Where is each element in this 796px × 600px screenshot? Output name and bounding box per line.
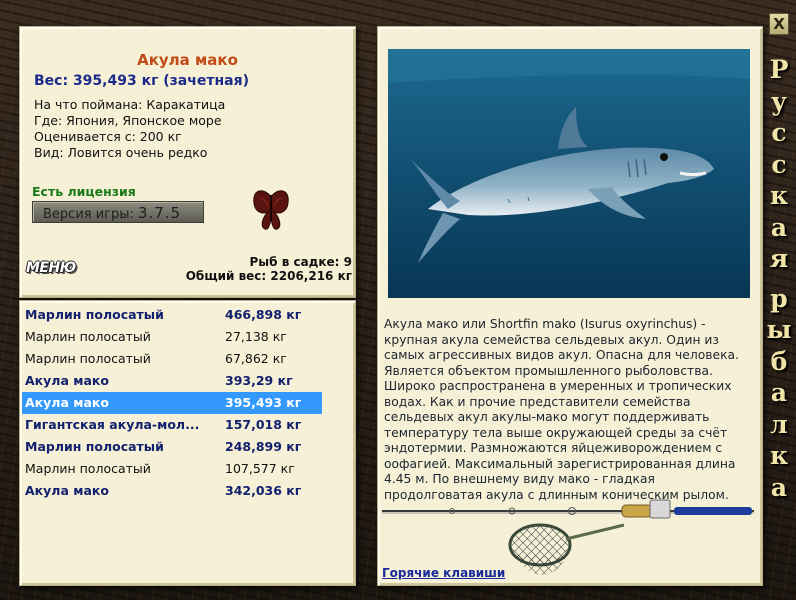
catch-fish-name: Акула мако xyxy=(25,483,109,498)
mako-shark-photo xyxy=(388,49,750,298)
catch-row[interactable]: Акула мако 393,29 кг xyxy=(22,370,322,392)
title-letter: Р xyxy=(769,55,789,84)
bait-info: На что поймана: Каракатица xyxy=(34,97,226,112)
fish-photo xyxy=(388,49,750,298)
title-letter: а xyxy=(770,378,788,407)
catch-fish-weight: 67,862 кг xyxy=(225,351,287,366)
catch-row[interactable]: Марлин полосатый 466,898 кг xyxy=(22,304,322,326)
title-letter: ы xyxy=(766,315,792,344)
catch-row[interactable]: Марлин полосатый 248,899 кг xyxy=(22,436,322,458)
catch-fish-weight: 393,29 кг xyxy=(225,373,293,388)
butterfly-icon xyxy=(253,190,289,230)
title-letter: с xyxy=(771,149,787,179)
catch-list-panel: Марлин полосатый 466,898 кг Марлин полосат… xyxy=(19,300,356,586)
catch-fish-name: Марлин полосатый xyxy=(25,329,151,344)
title-letter: я xyxy=(769,244,789,273)
catch-fish-weight: 157,018 кг xyxy=(225,417,302,432)
catch-row[interactable]: Акула мако 342,036 кг xyxy=(22,480,322,502)
title-letter: р xyxy=(770,283,788,313)
title-letter: а xyxy=(770,472,788,502)
catch-fish-weight: 342,036 кг xyxy=(225,483,302,498)
title-letter: к xyxy=(769,441,789,470)
game-title-vertical: Русская рыбалка xyxy=(766,54,792,503)
fish-title: Акула мако xyxy=(137,51,238,69)
version-value: 3.7.5 xyxy=(137,204,182,222)
fish-description: Акула мако или Shortfin mako (Isurus oxy… xyxy=(384,317,739,502)
catch-fish-weight: 395,493 кг xyxy=(225,395,302,410)
catch-fish-name: Акула мако xyxy=(25,395,109,410)
catch-row[interactable]: Марлин полосатый 67,862 кг xyxy=(22,348,322,370)
title-letter: у xyxy=(770,86,787,116)
catch-fish-name: Акула мако xyxy=(25,373,109,388)
catch-fish-name: Гигантская акула-мол... xyxy=(25,417,200,432)
total-weight: Общий вес: 2206,216 кг xyxy=(185,269,352,283)
catch-row[interactable]: Гигантская акула-мол... 157,018 кг xyxy=(22,414,322,436)
title-letter: к xyxy=(769,181,789,210)
version-box: Версия игры: 3.7.5 xyxy=(32,201,204,223)
fish-in-cage: Рыб в садке: 9 xyxy=(249,255,353,269)
rarity-info: Вид: Ловится очень редко xyxy=(34,145,208,160)
catch-fish-weight: 466,898 кг xyxy=(225,307,302,322)
title-letter: л xyxy=(770,409,788,439)
version-label: Версия игры: xyxy=(43,207,134,222)
close-button[interactable]: X xyxy=(769,13,789,35)
fish-info-panel: Акула мако Вес: 395,493 кг (зачетная) На… xyxy=(19,26,356,298)
license-status: Есть лицензия xyxy=(32,184,136,199)
catch-fish-name: Марлин полосатый xyxy=(25,461,151,476)
title-letter xyxy=(766,275,792,283)
title-letter: с xyxy=(771,118,787,147)
cage-stats: Рыб в садке: 9 Общий вес: 2206,216 кг xyxy=(186,255,352,283)
catch-row[interactable]: Марлин полосатый 27,138 кг xyxy=(22,326,322,348)
hotkeys-link[interactable]: Горячие клавиши xyxy=(382,566,505,580)
catch-fish-weight: 27,138 кг xyxy=(225,329,287,344)
fish-detail-panel: Акула мако или Shortfin mako (Isurus oxy… xyxy=(377,26,763,586)
place-info: Где: Япония, Японское море xyxy=(34,113,222,128)
price-info: Оценивается с: 200 кг xyxy=(34,129,182,144)
catch-fish-name: Марлин полосатый xyxy=(25,439,164,454)
catch-fish-name: Марлин полосатый xyxy=(25,307,164,322)
catch-row[interactable]: Акула мако 395,493 кг xyxy=(22,392,322,414)
title-letter: б xyxy=(770,346,788,376)
title-letter: а xyxy=(770,212,788,242)
catch-fish-name: Марлин полосатый xyxy=(25,351,151,366)
fish-weight: Вес: 395,493 кг (зачетная) xyxy=(34,73,249,89)
catch-row[interactable]: Марлин полосатый 107,577 кг xyxy=(22,458,322,480)
landing-net-icon xyxy=(508,523,625,575)
menu-button[interactable]: МЕНЮ xyxy=(26,260,76,276)
catch-fish-weight: 248,899 кг xyxy=(225,439,302,454)
catch-fish-weight: 107,577 кг xyxy=(225,461,295,476)
